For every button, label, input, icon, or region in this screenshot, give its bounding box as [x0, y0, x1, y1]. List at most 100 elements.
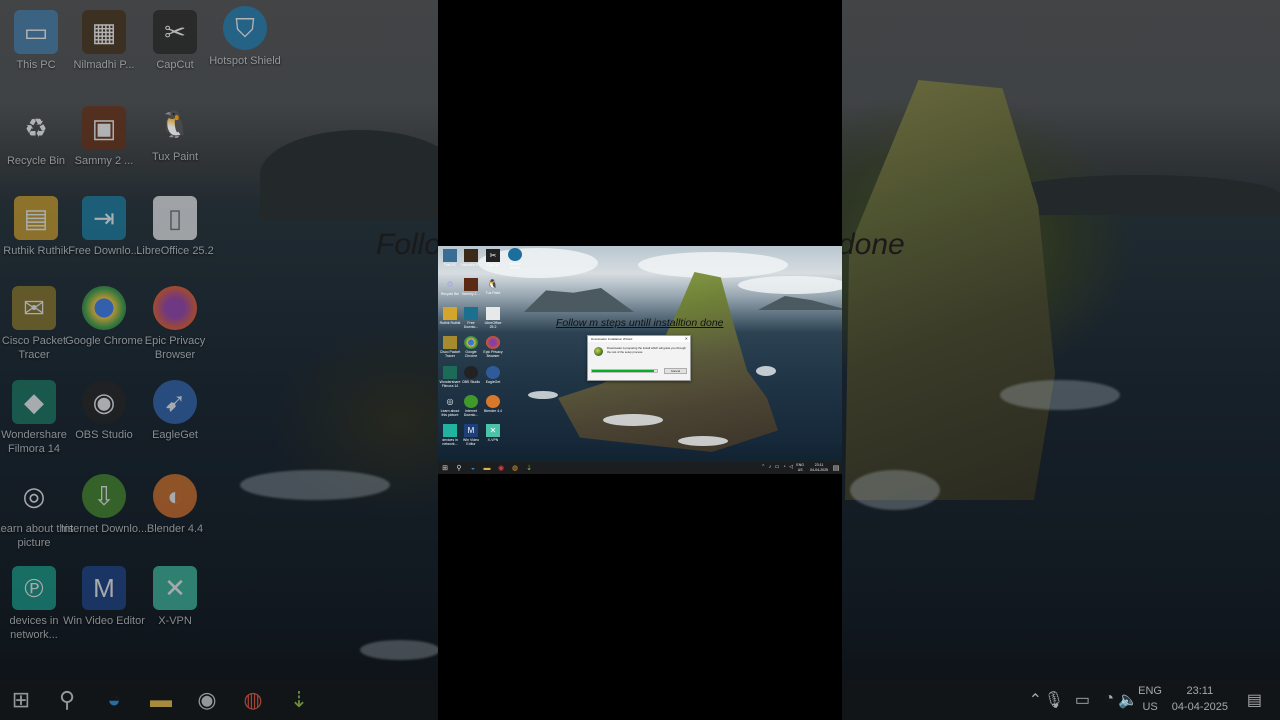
eagle-icon: ➹ — [153, 380, 197, 424]
envelope-icon — [443, 336, 457, 349]
download-manager-icon: ⇥ — [82, 196, 126, 240]
mini-icon-tux[interactable]: 🐧 Tux Paint — [482, 277, 504, 295]
document-icon — [486, 307, 500, 320]
network-icon[interactable]: ◔ — [1104, 690, 1114, 708]
notification-icon[interactable]: ▤ — [1247, 690, 1262, 710]
progress-fill — [592, 370, 654, 372]
desktop-icon-hotspot-shield[interactable]: ⛉ Hotspot Shield — [201, 6, 289, 68]
filmora-icon: ◆ — [12, 380, 56, 424]
mini-icon-eagleget[interactable]: EagleGet — [482, 366, 504, 384]
mini-icon-filmora[interactable]: Wondershare Filmora 14 — [439, 366, 461, 388]
mini-icon-learn-picture[interactable]: ◎ Learn about this picture — [439, 395, 461, 417]
desktop-icon-eagleget[interactable]: ➹ EagleGet — [131, 380, 219, 442]
install-progress-bar — [591, 369, 658, 373]
edge-icon[interactable]: ◒ — [468, 463, 478, 473]
mini-icon-libreoffice[interactable]: LibreOffice 25.2 — [482, 307, 504, 329]
taskbar: ⊞ ⚲ ◒ ▬ ◉ ◍ ⇣ ⌃ ♪ ▭ ◔ ◁ ENG US 23:11 04-… — [438, 462, 842, 474]
language-indicator[interactable]: ENG US — [796, 463, 804, 473]
computer-icon — [443, 249, 457, 262]
mini-icon-hotspot[interactable]: Hotspot Shield — [504, 248, 526, 270]
wave-foam — [603, 414, 663, 426]
document-icon: ▯ — [153, 196, 197, 240]
mini-icon-this-pc[interactable]: This PC — [439, 249, 461, 267]
desktop-icon-blender[interactable]: ◐ Blender 4.4 — [131, 474, 219, 536]
cancel-button[interactable]: Cancel — [664, 368, 687, 374]
network-devices-icon — [443, 424, 457, 437]
chevron-up-icon[interactable]: ⌃ — [1029, 690, 1042, 710]
mini-icon-obs[interactable]: OBS Studio — [460, 366, 482, 384]
wave-foam — [1000, 380, 1120, 410]
volume-icon[interactable]: 🔈 — [1118, 690, 1138, 710]
downloader-icon[interactable]: ⇣ — [284, 686, 314, 714]
start-icon[interactable]: ⊞ — [440, 463, 450, 473]
mini-icon-devices[interactable]: devices in network... — [439, 424, 461, 446]
wave-foam — [528, 391, 558, 399]
installer-app-icon — [594, 347, 603, 356]
notification-icon[interactable]: ▤ — [831, 463, 841, 473]
mini-icon-internet-download[interactable]: Internet Downlo... — [460, 395, 482, 417]
mini-icon-win-video[interactable]: M Win Video Editor — [460, 424, 482, 446]
vpn-icon: ✕ — [153, 566, 197, 610]
chrome-icon[interactable]: ◍ — [510, 463, 520, 473]
obs-icon[interactable]: ◉ — [192, 686, 222, 714]
download-manager-icon — [464, 307, 478, 320]
mini-icon-free-download[interactable]: Free Downlo... — [460, 307, 482, 329]
clock[interactable]: 23:11 04-04-2025 — [1172, 683, 1228, 715]
installer-dialog[interactable]: Downloader Installation Wizard ✕ Downloa… — [587, 335, 691, 381]
downloader-icon[interactable]: ⇣ — [524, 463, 534, 473]
recycle-bin-icon: ♻ — [446, 279, 454, 289]
obs-icon[interactable]: ◉ — [496, 463, 506, 473]
screenshot-desktop: This PC Nilmadhi P... ✂ CapCut Hotspot Sh… — [438, 246, 842, 474]
distant-mountain — [524, 288, 634, 312]
desktop-icon-tux-paint[interactable]: 🐧 Tux Paint — [131, 102, 219, 164]
mini-icon-sammy[interactable]: Sammy 2 ... — [460, 278, 482, 296]
chrome-icon[interactable]: ◍ — [238, 686, 268, 714]
distant-mountain — [758, 296, 842, 310]
desktop-icon-x-vpn[interactable]: ✕ X-VPN — [131, 566, 219, 628]
battery-icon[interactable]: ▭ — [1075, 690, 1090, 710]
microphone-icon[interactable]: 🎙 — [1044, 690, 1064, 710]
chrome-icon — [82, 286, 126, 330]
desktop-icon-libreoffice[interactable]: ▯ LibreOffice 25.2 — [131, 196, 219, 258]
close-icon[interactable]: ✕ — [685, 336, 688, 341]
file-explorer-icon[interactable]: ▬ — [482, 463, 492, 473]
mini-icon-epic[interactable]: Epic Privacy Browser — [482, 336, 504, 358]
search-icon[interactable]: ⚲ — [454, 463, 464, 473]
mini-icon-cisco[interactable]: Cisco Packet Tracer — [439, 336, 461, 358]
eagle-icon — [486, 366, 500, 379]
obs-icon — [464, 366, 478, 379]
penguin-icon: 🐧 — [487, 278, 499, 289]
video-editor-icon: M — [82, 566, 126, 610]
edge-icon[interactable]: ◒ — [99, 686, 129, 714]
mini-icon-chrome[interactable]: Google Chrome — [460, 336, 482, 358]
mini-icon-recycle[interactable]: ♻ Recycle Bin — [439, 278, 461, 296]
cloud — [638, 252, 788, 278]
distant-hill — [260, 130, 460, 220]
start-icon[interactable]: ⊞ — [6, 686, 36, 714]
user-folder-icon — [443, 307, 457, 320]
search-icon[interactable]: ⚲ — [52, 686, 82, 714]
envelope-icon: ✉ — [12, 286, 56, 330]
dialog-titlebar[interactable]: Downloader Installation Wizard ✕ — [588, 336, 690, 342]
system-tray[interactable]: ⌃ ♪ ▭ ◔ ◁ — [761, 464, 794, 470]
recycle-bin-icon: ♻ — [24, 113, 48, 143]
computer-icon: ▭ — [14, 10, 58, 54]
cloud — [738, 276, 842, 294]
filmora-icon — [443, 366, 457, 379]
mini-icon-blender[interactable]: Blender 4.4 — [482, 395, 504, 413]
capcut-icon: ✂ — [486, 249, 500, 262]
file-explorer-icon[interactable]: ▬ — [146, 686, 176, 714]
wave-foam — [850, 470, 940, 510]
shield-icon: ⛉ — [223, 6, 267, 50]
mini-icon-xvpn[interactable]: ✕ X-VPN — [482, 424, 504, 442]
mini-icon-ruthik[interactable]: Ruthik Ruthik — [439, 307, 461, 325]
language-indicator[interactable]: ENG US — [1138, 683, 1162, 715]
clock[interactable]: 23:11 04-04-2025 — [810, 463, 828, 473]
desktop-icon-epic[interactable]: Epic Privacy Browser — [131, 286, 219, 362]
mini-icon-nilmadhi[interactable]: Nilmadhi P... — [460, 249, 482, 267]
mini-icon-capcut[interactable]: ✂ CapCut — [482, 249, 504, 267]
user-folder-icon: ▤ — [14, 196, 58, 240]
video-thumbnail-icon — [464, 249, 478, 262]
camera-icon: ◎ — [446, 396, 454, 406]
capcut-icon: ✂ — [153, 10, 197, 54]
